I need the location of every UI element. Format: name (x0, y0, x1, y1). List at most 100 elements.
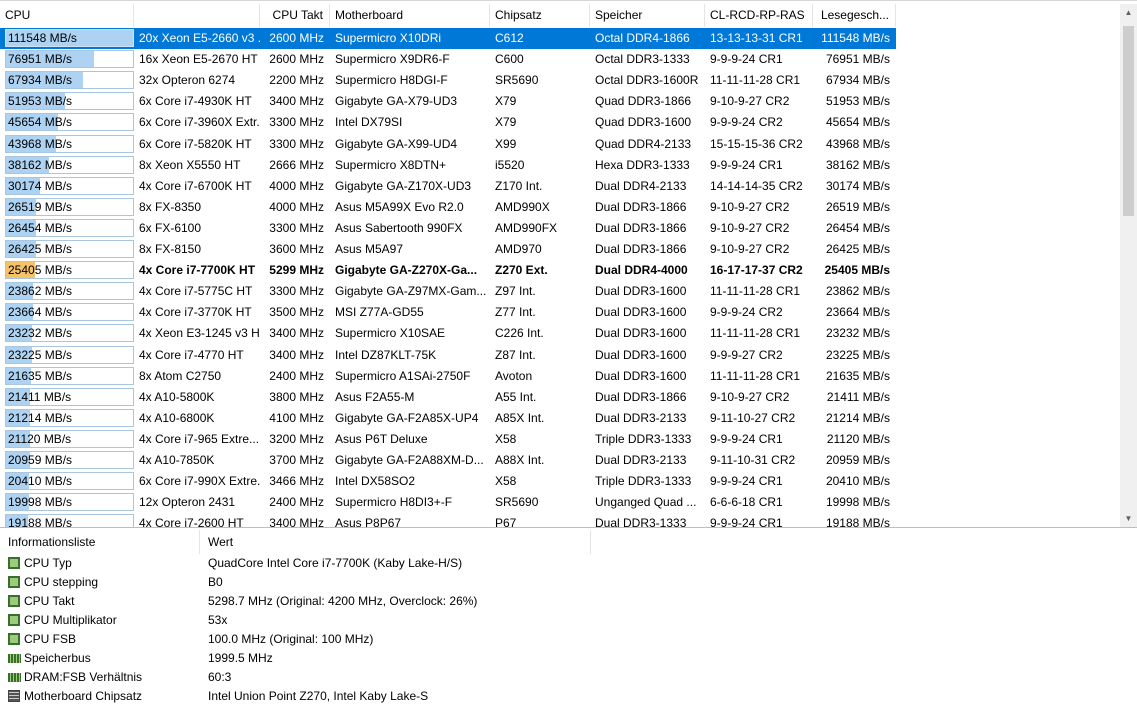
motherboard-cell: Gigabyte GA-F2A88XM-D... (335, 453, 484, 467)
memory-cell: Dual DDR4-2133 (595, 178, 687, 193)
table-row[interactable]: 26454 MB/s 6x FX-6100 3300 MHz Asus Saberto… (0, 218, 896, 239)
table-row[interactable]: 45654 MB/s 6x Core i7-3960X Extr... 3300 M… (0, 112, 896, 133)
clock-cell: 3500 MHz (269, 305, 324, 320)
cpu-cell: 4x Core i7-4770 HT (139, 347, 244, 362)
table-row[interactable]: 19188 MB/s 4x Core i7-2600 HT 3400 MHz Asus… (0, 513, 896, 528)
speed-cell: 21214 MB/s (825, 410, 890, 425)
info-row[interactable]: CPU Typ QuadCore Intel Core i7-7700K (Kab… (0, 554, 1100, 573)
column-header-speicher[interactable]: Speicher (590, 4, 705, 27)
speed-cell: 51953 MB/s (825, 94, 890, 109)
timings-cell: 9-9-9-27 CR2 (710, 347, 783, 362)
cpu-cell: 8x FX-8150 (139, 242, 202, 256)
timings-cell: 9-9-9-24 CR1 (710, 52, 783, 67)
speed-bar-label: 23225 MB/s (8, 347, 73, 362)
motherboard-cell: Intel DX79SI (335, 115, 403, 130)
memory-cell: Triple DDR3-1333 (595, 431, 692, 446)
info-value: 100.0 MHz (Original: 100 MHz) (208, 632, 374, 646)
memory-icon (8, 673, 21, 682)
chipset-cell: X58 (495, 431, 517, 446)
speed-bar: 23664 MB/s (5, 303, 134, 322)
info-value: 60:3 (208, 670, 232, 684)
speed-bar-label: 21120 MB/s (8, 431, 72, 446)
memory-cell: Dual DDR4-4000 (595, 263, 688, 278)
table-row[interactable]: 67934 MB/s 32x Opteron 6274 2200 MHz Superm… (0, 70, 896, 91)
table-row[interactable]: 26425 MB/s 8x FX-8150 3600 MHz Asus M5A97 AM… (0, 239, 896, 260)
speed-bar-label: 30174 MB/s (8, 178, 73, 193)
scrollbar-thumb[interactable] (1123, 26, 1134, 216)
table-row[interactable]: 76951 MB/s 16x Xeon E5-2670 HT 2600 MHz Sup… (0, 49, 896, 70)
timings-cell: 9-9-9-24 CR2 (710, 305, 783, 320)
speed-bar: 23862 MB/s (5, 282, 134, 301)
vertical-scrollbar[interactable]: ▲ ▼ (1120, 4, 1137, 527)
cpu-cell: 4x Core i7-2600 HT (139, 516, 244, 528)
table-row[interactable]: 43968 MB/s 6x Core i7-5820K HT 3300 MHz Gig… (0, 134, 896, 155)
motherboard-cell: Gigabyte GA-Z170X-UD3 (335, 178, 472, 193)
table-row[interactable]: 23225 MB/s 4x Core i7-4770 HT 3400 MHz Inte… (0, 345, 896, 366)
motherboard-cell: Gigabyte GA-X79-UD3 (335, 94, 458, 109)
table-row[interactable]: 23232 MB/s 4x Xeon E3-1245 v3 HT 3400 MHz S… (0, 323, 896, 344)
column-header-cpu-takt[interactable]: CPU Takt (260, 4, 330, 27)
info-row[interactable]: Motherboard Chipsatz Intel Union Point Z2… (0, 687, 1100, 706)
motherboard-cell: Supermicro X9DR6-F (335, 52, 450, 67)
info-row[interactable]: Speicherbus 1999.5 MHz (0, 649, 1100, 668)
benchmark-table: CPU CPU Takt Motherboard Chipsatz Speich… (0, 0, 1137, 528)
clock-cell: 3600 MHz (269, 242, 324, 256)
table-row[interactable]: 23862 MB/s 4x Core i7-5775C HT 3300 MHz Gig… (0, 281, 896, 302)
table-row[interactable]: 21120 MB/s 4x Core i7-965 Extre... 3200 MH… (0, 429, 896, 450)
speed-bar: 43968 MB/s (5, 134, 134, 153)
chipset-cell: X79 (495, 115, 517, 130)
chipset-cell: Avoton (495, 368, 533, 383)
timings-cell: 9-11-10-27 CR2 (710, 410, 796, 425)
speed-bar-label: 20410 MB/s (8, 474, 73, 489)
timings-cell: 9-10-9-27 CR2 (710, 220, 790, 235)
memory-cell: Octal DDR3-1600R (595, 73, 699, 88)
memory-cell: Dual DDR3-1866 (595, 389, 687, 404)
table-row[interactable]: 30174 MB/s 4x Core i7-6700K HT 4000 MHz Gig… (0, 176, 896, 197)
column-header-motherboard[interactable]: Motherboard (330, 4, 490, 27)
table-row[interactable]: 23664 MB/s 4x Core i7-3770K HT 3500 MHz MSI… (0, 302, 896, 323)
speed-bar-label: 111548 MB/s (8, 31, 77, 45)
table-row[interactable]: 21214 MB/s 4x A10-6800K 4100 MHz Gigabyte G… (0, 408, 896, 429)
column-header-informationsliste[interactable]: Informationsliste (0, 530, 200, 554)
info-row[interactable]: CPU Multiplikator 53x (0, 611, 1100, 630)
table-row[interactable]: 38162 MB/s 8x Xeon X5550 HT 2666 MHz Superm… (0, 155, 896, 176)
column-header-lesegeschwindigkeit[interactable]: Lesegesch... (813, 4, 896, 27)
timings-cell: 9-9-9-24 CR1 (710, 157, 783, 172)
column-header-wert[interactable]: Wert (200, 530, 591, 554)
speed-cell: 26454 MB/s (825, 220, 890, 235)
table-row[interactable]: 21635 MB/s 8x Atom C2750 2400 MHz Supermicr… (0, 366, 896, 387)
column-header-cpu[interactable]: CPU (0, 4, 134, 27)
table-row[interactable]: 20410 MB/s 6x Core i7-990X Extre... 3466 M… (0, 471, 896, 492)
table-row[interactable]: 51953 MB/s 6x Core i7-4930K HT 3400 MHz Gig… (0, 91, 896, 112)
clock-cell: 3300 MHz (269, 115, 324, 130)
column-header-timings[interactable]: CL-RCD-RP-RAS (705, 4, 813, 27)
table-row[interactable]: 111548 MB/s 20x Xeon E5-2660 v3 ... 2600 M… (0, 28, 896, 49)
table-row[interactable]: 26519 MB/s 8x FX-8350 4000 MHz Asus M5A99X … (0, 197, 896, 218)
memory-cell: Dual DDR3-1600 (595, 284, 687, 299)
speed-bar: 26425 MB/s (5, 240, 134, 258)
table-row[interactable]: 20959 MB/s 4x A10-7850K 3700 MHz Gigabyte G… (0, 450, 896, 471)
chipset-cell: Z77 Int. (495, 305, 536, 320)
cpu-cell: 4x Core i7-965 Extre... (139, 431, 260, 446)
chipset-cell: X99 (495, 136, 517, 151)
table-row[interactable]: 25405 MB/s 4x Core i7-7700K HT 5299 MHz Gig… (0, 260, 896, 281)
speed-bar-label: 21214 MB/s (8, 410, 73, 425)
chipset-cell: Z87 Int. (495, 347, 536, 362)
speed-bar: 51953 MB/s (5, 92, 134, 111)
column-header-chipsatz[interactable]: Chipsatz (490, 4, 590, 27)
speed-cell: 111548 MB/s (821, 31, 890, 45)
memory-cell: Octal DDR4-1866 (595, 31, 690, 45)
info-row[interactable]: CPU FSB 100.0 MHz (Original: 100 MHz) (0, 630, 1100, 649)
scroll-up-icon[interactable]: ▲ (1120, 4, 1137, 21)
motherboard-cell: Gigabyte GA-X99-UD4 (335, 136, 458, 151)
table-row[interactable]: 19998 MB/s 12x Opteron 2431 2400 MHz Superm… (0, 492, 896, 513)
info-row[interactable]: CPU stepping B0 (0, 573, 1100, 592)
column-header-spacer[interactable] (134, 4, 260, 27)
info-row[interactable]: DRAM:FSB Verhältnis 60:3 (0, 668, 1100, 687)
scroll-down-icon[interactable]: ▼ (1120, 510, 1137, 527)
info-row[interactable]: CPU Takt 5298.7 MHz (Original: 4200 MHz, … (0, 592, 1100, 611)
info-value: Intel Union Point Z270, Intel Kaby Lake-… (208, 689, 429, 703)
table-row[interactable]: 21411 MB/s 4x A10-5800K 3800 MHz Asus F2A55… (0, 387, 896, 408)
speed-bar-label: 21635 MB/s (8, 368, 73, 383)
speed-bar: 21411 MB/s (5, 387, 134, 406)
